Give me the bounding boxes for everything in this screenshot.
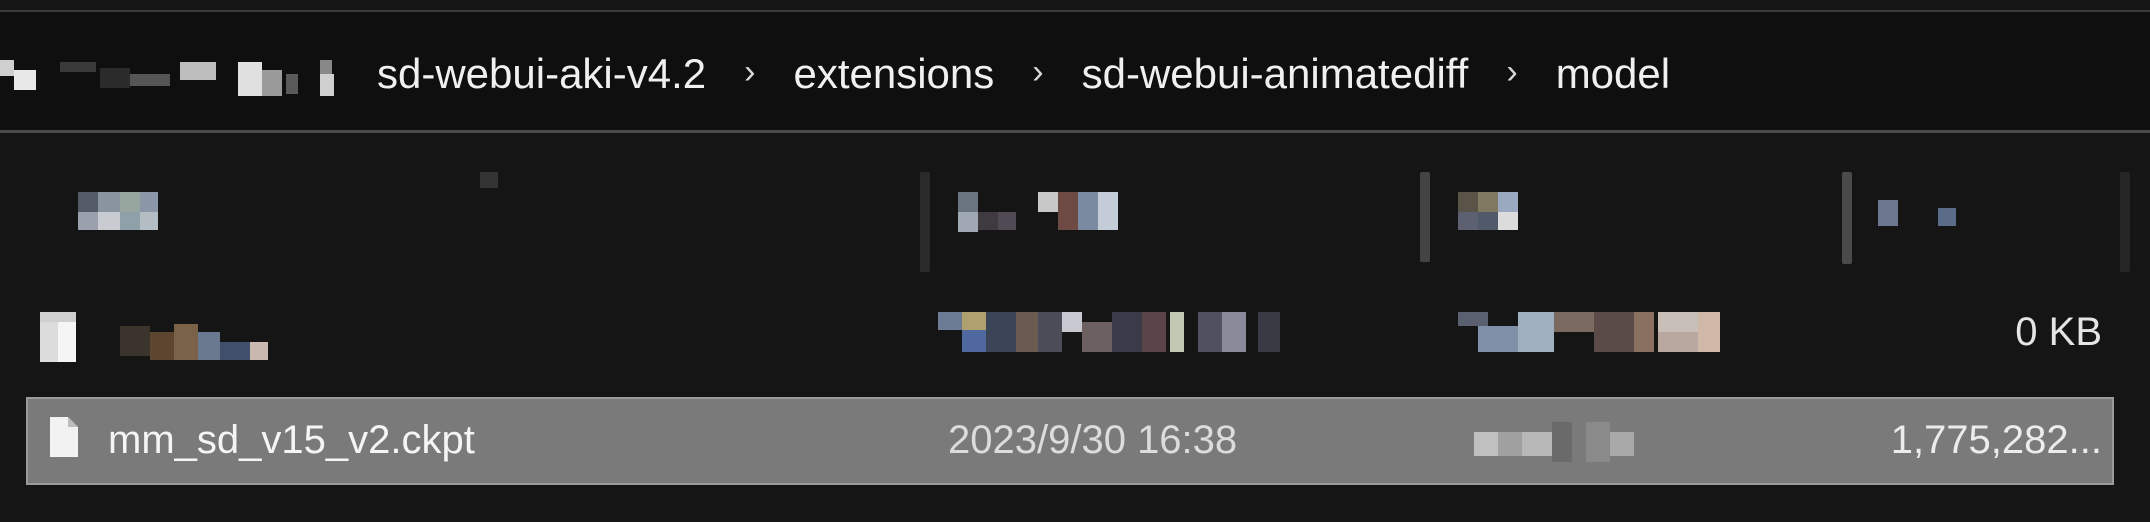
file-size: 0 KB [2015,310,2102,354]
breadcrumb-item-sd-webui-aki[interactable]: sd-webui-aki-v4.2 [375,50,708,98]
blurred-date [938,312,1288,356]
address-bar-divider [0,130,2150,133]
list-item[interactable]: 0 KB [0,300,2150,370]
blurred-folder-name [40,312,280,362]
column-divider[interactable] [1842,172,1852,264]
file-icon [50,417,78,457]
breadcrumb-item-animatediff[interactable]: sd-webui-animatediff [1080,50,1471,98]
column-divider[interactable] [2120,172,2130,272]
file-date: 2023/9/30 16:38 [948,418,1238,462]
breadcrumb-item-model[interactable]: model [1554,50,1672,98]
blurred-type [1474,422,1654,462]
column-divider[interactable] [1420,172,1430,262]
file-size: 1,775,282... [1890,418,2102,462]
column-header-type[interactable] [1458,192,1538,232]
column-divider[interactable] [920,172,930,272]
column-header-size[interactable] [1878,200,1958,230]
address-bar[interactable]: sd-webui-aki-v4.2 › extensions › sd-webu… [0,12,2150,130]
column-header-name[interactable] [78,192,160,232]
chevron-right-icon[interactable]: › [1032,53,1043,92]
file-name[interactable]: mm_sd_v15_v2.ckpt [108,418,475,463]
column-header-row [0,160,2150,272]
chevron-right-icon[interactable]: › [744,53,755,92]
sort-indicator-icon [480,172,498,188]
chevron-right-icon[interactable]: › [1506,53,1517,92]
breadcrumb-item-extensions[interactable]: extensions [791,50,996,98]
column-header-date[interactable] [958,192,1118,232]
blurred-path-prefix [0,52,360,102]
blurred-type [1458,312,1738,356]
breadcrumb: sd-webui-aki-v4.2 › extensions › sd-webu… [375,50,1672,98]
